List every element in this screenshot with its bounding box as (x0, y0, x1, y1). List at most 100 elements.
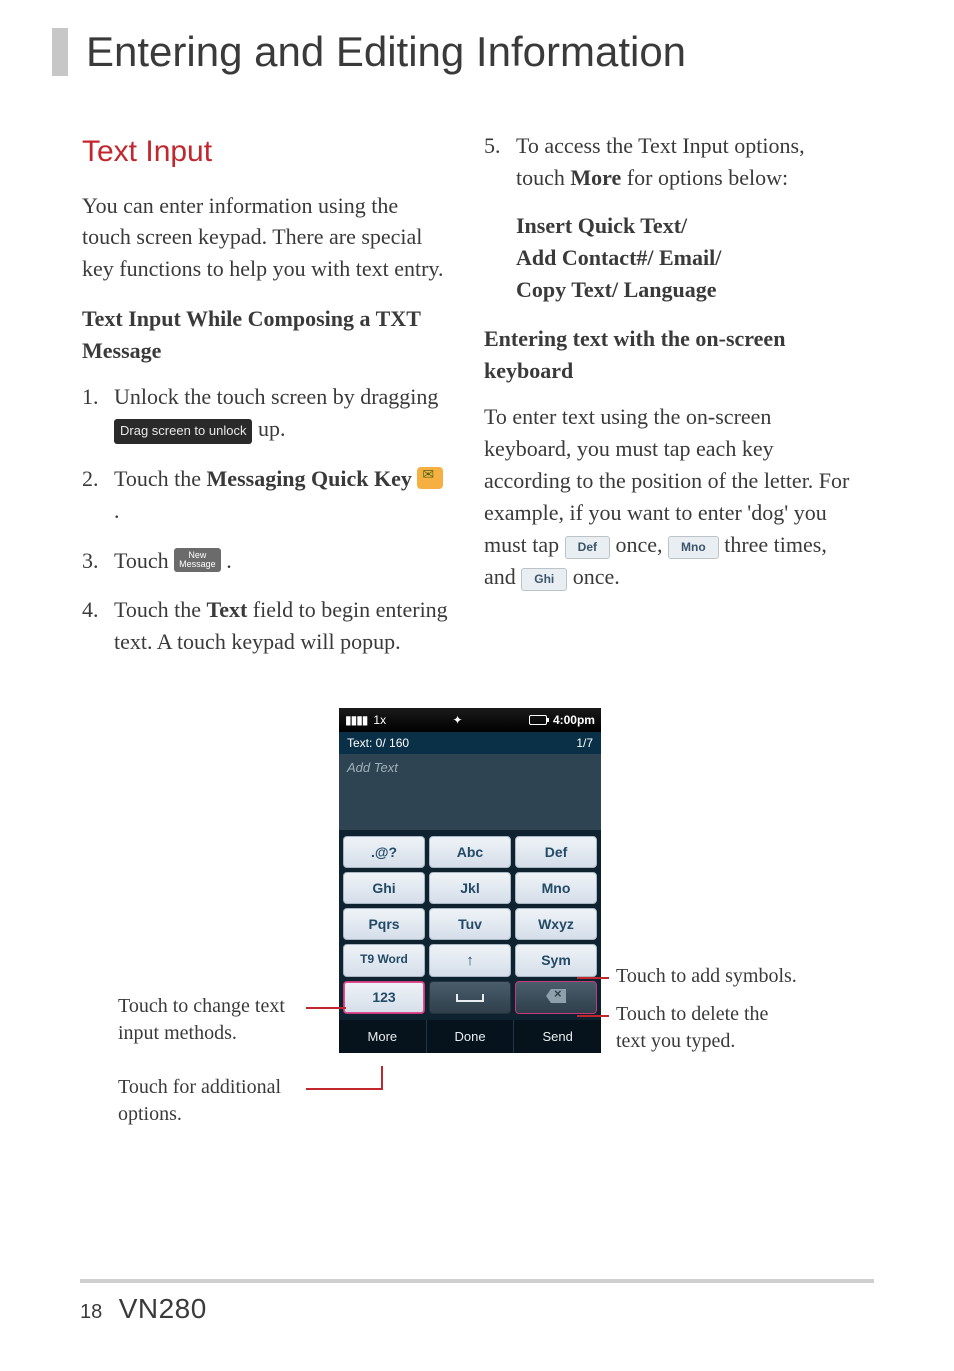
intro-para: You can enter information using the touc… (82, 190, 452, 286)
subheading-txt-composing: Text Input While Composing a TXT Message (82, 303, 452, 367)
key-row-2: Ghi Jkl Mno (341, 872, 599, 904)
step-1: 1. Unlock the touch screen by dragging D… (82, 381, 452, 445)
send-button[interactable]: Send (514, 1020, 601, 1053)
key-row-4: T9 Word ↑ Sym (341, 944, 599, 977)
char-count: Text: 0/ 160 (347, 736, 409, 750)
bottom-bar: More Done Send (339, 1020, 601, 1053)
step-number: 3. (82, 545, 99, 577)
key-row-3: Pqrs Tuv Wxyz (341, 908, 599, 940)
callout-delete-1: Touch to delete the (616, 1001, 768, 1028)
space-icon (456, 994, 484, 1002)
model-label: VN280 (119, 1293, 207, 1324)
step-5: 5. To access the Text Input options, tou… (484, 130, 854, 305)
key-t9word[interactable]: T9 Word (343, 944, 425, 977)
messaging-quick-key-icon (417, 467, 443, 489)
step-text: Touch (114, 548, 174, 573)
text-input-area[interactable]: Add Text (339, 754, 601, 832)
key-wxyz[interactable]: Wxyz (515, 908, 597, 940)
shift-icon: ↑ (466, 952, 474, 969)
step-3: 3. Touch New Message . (82, 545, 452, 577)
callout-mode-1: Touch to change text (118, 993, 285, 1020)
callout-line (577, 977, 609, 979)
step-number: 1. (82, 381, 99, 413)
callout-more-1: Touch for additional (118, 1074, 281, 1101)
section-heading: Text Input (82, 130, 452, 174)
status-right: 4:00pm (529, 713, 595, 727)
key-jkl[interactable]: Jkl (429, 872, 511, 904)
step-2: 2. Touch the Messaging Quick Key . (82, 463, 452, 527)
key-space[interactable] (429, 981, 511, 1014)
left-column: Text Input You can enter information usi… (82, 130, 452, 676)
chip-line2: Message (179, 559, 216, 569)
callout-line (306, 1088, 383, 1090)
callout-more-2: options. (118, 1101, 182, 1128)
key-row-1: .@? Abc Def (341, 836, 599, 868)
clock-text: 4:00pm (553, 713, 595, 727)
callout-line (381, 1066, 383, 1088)
keypad: .@? Abc Def Ghi Jkl Mno Pqrs Tuv Wxyz T9… (339, 832, 601, 1020)
page-title-bar: Entering and Editing Information (52, 28, 686, 76)
para-text: once. (573, 564, 620, 589)
key-abc[interactable]: Abc (429, 836, 511, 868)
new-message-chip: New Message (174, 548, 221, 572)
subheading-onscreen-kb: Entering text with the on-screen keyboar… (484, 323, 854, 387)
step-number: 2. (82, 463, 99, 495)
para-text: once, (616, 532, 669, 557)
key-sym[interactable]: Sym (515, 944, 597, 977)
key-punct[interactable]: .@? (343, 836, 425, 868)
step-number: 4. (82, 594, 99, 626)
steps-list-cont: 5. To access the Text Input options, tou… (484, 130, 854, 305)
key-tuv[interactable]: Tuv (429, 908, 511, 940)
step-text: up. (258, 416, 286, 441)
step-number: 5. (484, 130, 501, 162)
delete-icon (546, 989, 566, 1003)
battery-icon (529, 715, 547, 725)
placeholder-text: Add Text (347, 760, 398, 775)
option-line: Insert Quick Text/ (516, 210, 854, 242)
key-pqrs[interactable]: Pqrs (343, 908, 425, 940)
option-line: Add Contact#/ Email/ (516, 242, 854, 274)
key-def-chip: Def (565, 536, 610, 559)
more-button[interactable]: More (339, 1020, 427, 1053)
step-text: Touch the (114, 597, 207, 622)
messaging-quick-key-label: Messaging Quick Key (207, 466, 412, 491)
page-number: 18 (80, 1301, 102, 1323)
callout-mode-2: input methods. (118, 1020, 237, 1047)
signal-icon: ▮▮▮▮ (345, 713, 367, 727)
key-mno[interactable]: Mno (515, 872, 597, 904)
key-ghi-chip: Ghi (521, 568, 567, 591)
key-mno-chip: Mno (668, 536, 719, 559)
step-text: . (114, 498, 120, 523)
right-column: 5. To access the Text Input options, tou… (484, 130, 854, 611)
key-def[interactable]: Def (515, 836, 597, 868)
callout-line (577, 1015, 609, 1017)
status-bar: ▮▮▮▮ 1x ✦ 4:00pm (339, 708, 601, 732)
key-shift[interactable]: ↑ (429, 944, 511, 977)
step-text: . (226, 548, 232, 573)
callout-sym: Touch to add symbols. (616, 963, 797, 990)
text-counter-bar: Text: 0/ 160 1/7 (339, 732, 601, 754)
onscreen-kb-para: To enter text using the on-screen keyboa… (484, 401, 854, 592)
callout-delete-2: text you typed. (616, 1028, 735, 1055)
page-count: 1/7 (576, 736, 593, 750)
done-button[interactable]: Done (427, 1020, 515, 1053)
step-text: Unlock the touch screen by dragging (114, 384, 438, 409)
key-row-5: 123 (341, 981, 599, 1014)
option-line: Copy Text/ Language (516, 274, 854, 306)
status-left: ▮▮▮▮ 1x (345, 713, 386, 727)
page-title: Entering and Editing Information (86, 28, 686, 75)
step-4: 4. Touch the Text field to begin enterin… (82, 594, 452, 658)
signal-text: 1x (373, 713, 386, 727)
footer: 18 VN280 (80, 1293, 207, 1325)
footer-rule (80, 1279, 874, 1283)
title-accent (52, 28, 68, 76)
steps-list: 1. Unlock the touch screen by dragging D… (82, 381, 452, 658)
more-label: More (570, 165, 621, 190)
phone-mockup: ▮▮▮▮ 1x ✦ 4:00pm Text: 0/ 160 1/7 Add Te… (339, 708, 601, 1053)
key-ghi[interactable]: Ghi (343, 872, 425, 904)
key-delete[interactable] (515, 981, 597, 1014)
callout-line (306, 1007, 346, 1009)
text-field-label: Text (207, 597, 248, 622)
step-text: Touch the (114, 466, 207, 491)
key-123[interactable]: 123 (343, 981, 425, 1014)
